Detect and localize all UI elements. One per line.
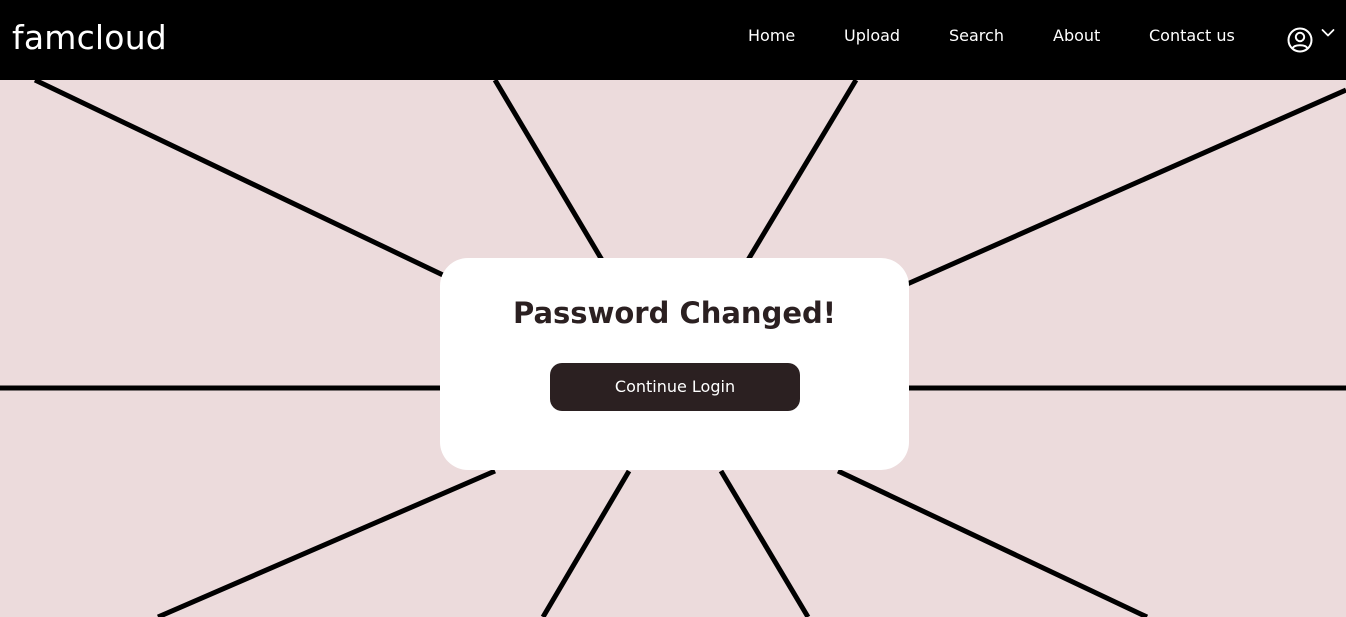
background-ray (157, 468, 496, 617)
nav-link-home[interactable]: Home (748, 26, 795, 46)
top-navbar: famcloud Home Upload Search About Contac… (0, 0, 1346, 80)
background-ray (718, 469, 811, 617)
background-ray (492, 80, 605, 262)
nav-link-search[interactable]: Search (949, 26, 1004, 46)
background-ray (745, 80, 859, 262)
nav-link-contact-us[interactable]: Contact us (1149, 26, 1235, 46)
brand-logo[interactable]: famcloud (12, 18, 167, 58)
background-ray (836, 468, 1149, 617)
card-title: Password Changed! (513, 296, 836, 330)
background-ray (33, 80, 447, 279)
continue-login-button[interactable]: Continue Login (550, 363, 800, 411)
nav-link-about[interactable]: About (1053, 26, 1100, 46)
password-changed-card: Password Changed! Continue Login (440, 258, 909, 470)
account-menu-button[interactable] (1286, 26, 1336, 54)
nav-link-upload[interactable]: Upload (844, 26, 900, 46)
background-ray (903, 87, 1346, 288)
background-ray (540, 469, 632, 617)
